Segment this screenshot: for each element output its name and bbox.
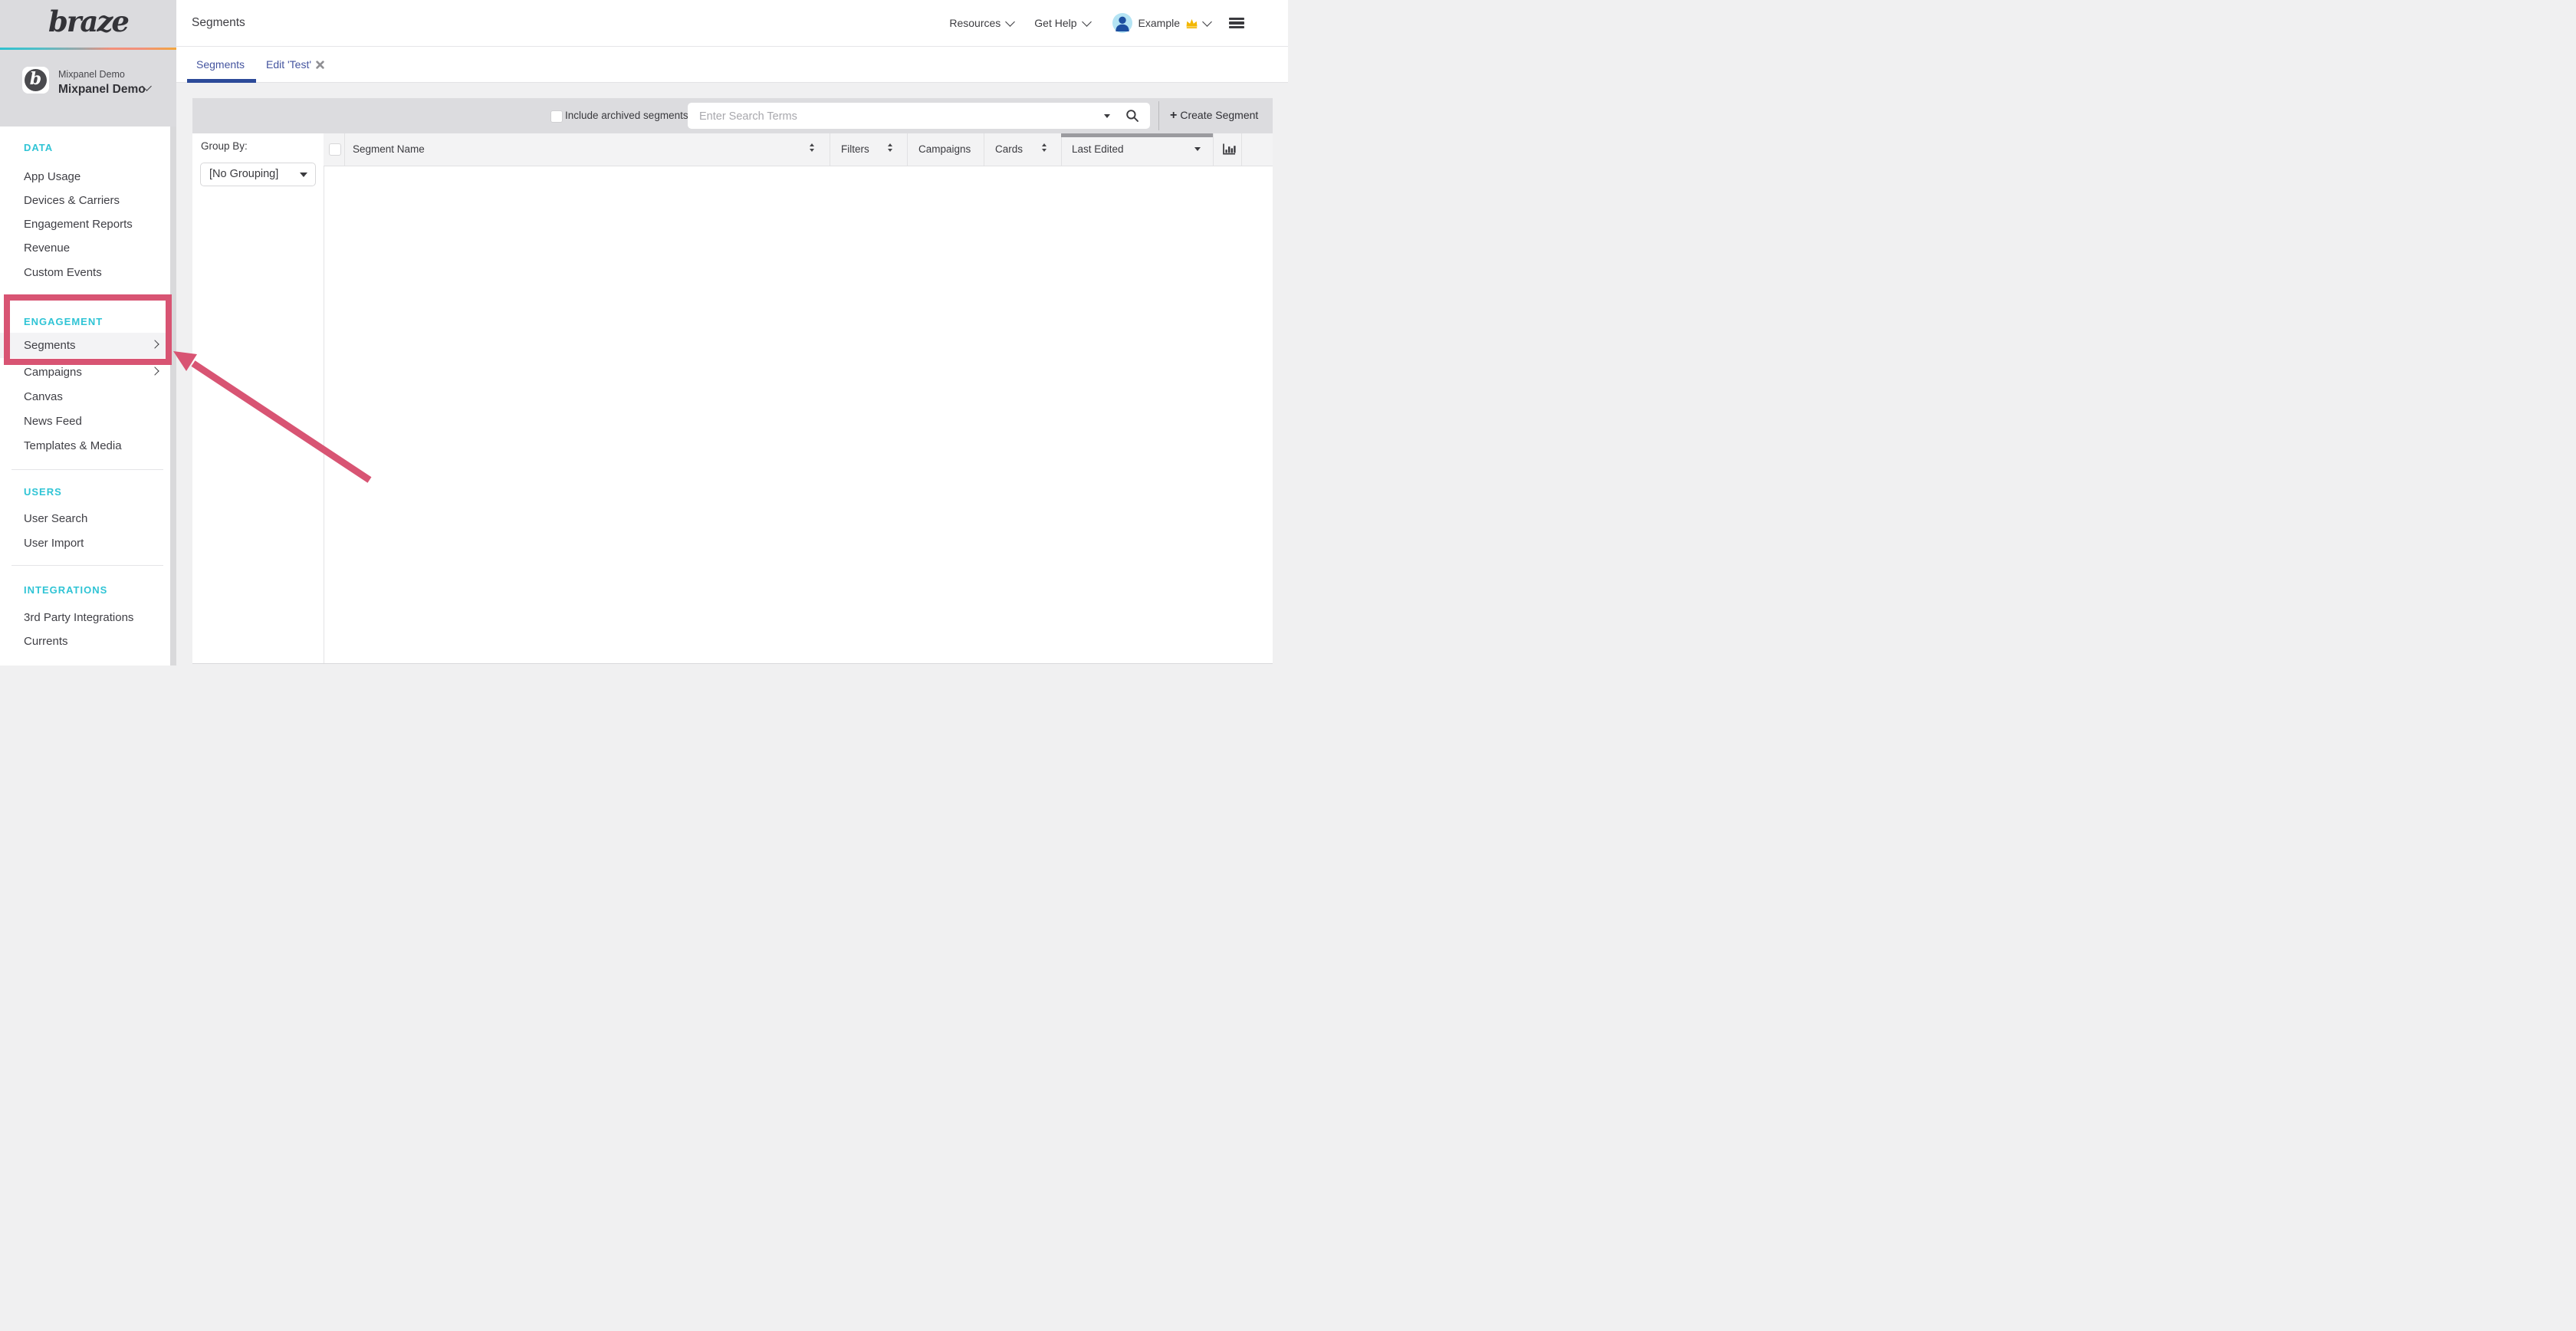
top-header: Segments Resources Get Help Example — [176, 0, 1288, 47]
plus-icon: + — [1170, 109, 1177, 122]
group-by-caret-icon — [300, 173, 307, 177]
sidebar-item-user-search[interactable]: User Search — [24, 512, 87, 525]
sidebar-item-user-import[interactable]: User Import — [24, 537, 84, 550]
resources-menu[interactable]: Resources — [949, 17, 1001, 29]
sidebar-item-currents[interactable]: Currents — [24, 635, 68, 648]
segment-name-sort-icon[interactable] — [810, 143, 814, 152]
group-by-label: Group By: — [201, 140, 248, 152]
tab-edit-test[interactable]: Edit 'Test' — [266, 58, 311, 71]
sidebar-item-3rd-party-integrations[interactable]: 3rd Party Integrations — [24, 611, 133, 624]
sidebar-divider — [12, 469, 163, 470]
select-all-checkbox[interactable] — [329, 143, 341, 156]
brand-gradient-divider — [0, 48, 176, 50]
sidebar-item-devices-carriers[interactable]: Devices & Carriers — [24, 194, 120, 207]
search-input[interactable] — [698, 106, 1061, 127]
chart-column-icon[interactable] — [1222, 143, 1236, 156]
sidebar-section-integrations: INTEGRATIONS — [24, 584, 107, 596]
sidebar-divider — [12, 565, 163, 566]
create-segment-button[interactable]: +Create Segment — [1170, 109, 1258, 123]
search-box — [688, 103, 1150, 129]
sidebar-section-data: DATA — [24, 142, 53, 153]
tab-bar: Segments Edit 'Test' — [176, 47, 1288, 83]
sidebar-section-users: USERS — [24, 486, 62, 498]
sidebar-item-custom-events[interactable]: Custom Events — [24, 266, 102, 279]
sidebar-item-canvas[interactable]: Canvas — [24, 390, 63, 403]
group-by-value: [No Grouping] — [209, 168, 278, 180]
workspace-icon[interactable]: b — [22, 67, 49, 94]
col-last-edited[interactable]: Last Edited — [1072, 143, 1124, 155]
sidebar-item-news-feed[interactable]: News Feed — [24, 415, 82, 428]
avatar-person-icon — [1112, 13, 1132, 33]
col-filters[interactable]: Filters — [841, 143, 869, 155]
col-cards[interactable]: Cards — [995, 143, 1023, 155]
sidebar-item-revenue[interactable]: Revenue — [24, 242, 70, 255]
crown-icon — [1185, 18, 1198, 28]
include-archived-label[interactable]: Include archived segments — [565, 110, 688, 121]
main-panel: Include archived segments +Create Segmen… — [192, 98, 1273, 664]
sidebar-item-templates-media[interactable]: Templates & Media — [24, 439, 122, 452]
tab-segments[interactable]: Segments — [196, 58, 245, 71]
search-dropdown-caret-icon[interactable] — [1104, 114, 1110, 118]
cards-sort-icon[interactable] — [1042, 143, 1046, 152]
get-help-chevron-down-icon[interactable] — [1082, 17, 1092, 27]
search-icon[interactable] — [1125, 109, 1139, 123]
active-tab-underline — [187, 79, 256, 83]
campaigns-chevron-right-icon — [150, 366, 159, 375]
page-title: Segments — [192, 16, 245, 30]
user-avatar[interactable] — [1112, 13, 1132, 33]
col-segment-name[interactable]: Segment Name — [353, 143, 425, 155]
sidebar-item-campaigns[interactable]: Campaigns — [24, 366, 82, 379]
sidebar-scrollbar[interactable] — [170, 127, 176, 666]
table-header: Segment Name Filters Campaigns Cards Las… — [324, 133, 1273, 166]
get-help-menu[interactable]: Get Help — [1034, 17, 1076, 29]
segments-toolbar: Include archived segments +Create Segmen… — [192, 98, 1273, 133]
table-body-empty — [324, 166, 1273, 663]
user-name[interactable]: Example — [1138, 17, 1180, 29]
filters-sort-icon[interactable] — [888, 143, 892, 152]
active-sort-indicator — [1061, 133, 1213, 137]
braze-logo[interactable]: braze — [0, 5, 176, 38]
resources-chevron-down-icon[interactable] — [1005, 17, 1015, 27]
tab-close-icon[interactable] — [316, 61, 324, 69]
sidebar-item-engagement-reports[interactable]: Engagement Reports — [24, 218, 133, 231]
workspace-selector[interactable]: Mixpanel Demo — [58, 83, 146, 97]
sidebar-item-app-usage[interactable]: App Usage — [24, 170, 80, 183]
col-campaigns[interactable]: Campaigns — [918, 143, 971, 155]
workspace-group-label: Mixpanel Demo — [58, 69, 125, 80]
workspace-initial-icon: b — [25, 69, 47, 91]
hamburger-menu-icon[interactable] — [1229, 18, 1244, 28]
header-right-nav: Resources Get Help Example — [949, 0, 1244, 46]
toolbar-separator — [1158, 101, 1159, 130]
group-by-select[interactable]: [No Grouping] — [200, 163, 316, 186]
include-archived-checkbox[interactable] — [550, 110, 563, 123]
user-chevron-down-icon[interactable] — [1202, 17, 1212, 27]
annotation-highlight-box — [4, 294, 172, 365]
last-edited-sort-caret-icon[interactable] — [1194, 147, 1201, 151]
